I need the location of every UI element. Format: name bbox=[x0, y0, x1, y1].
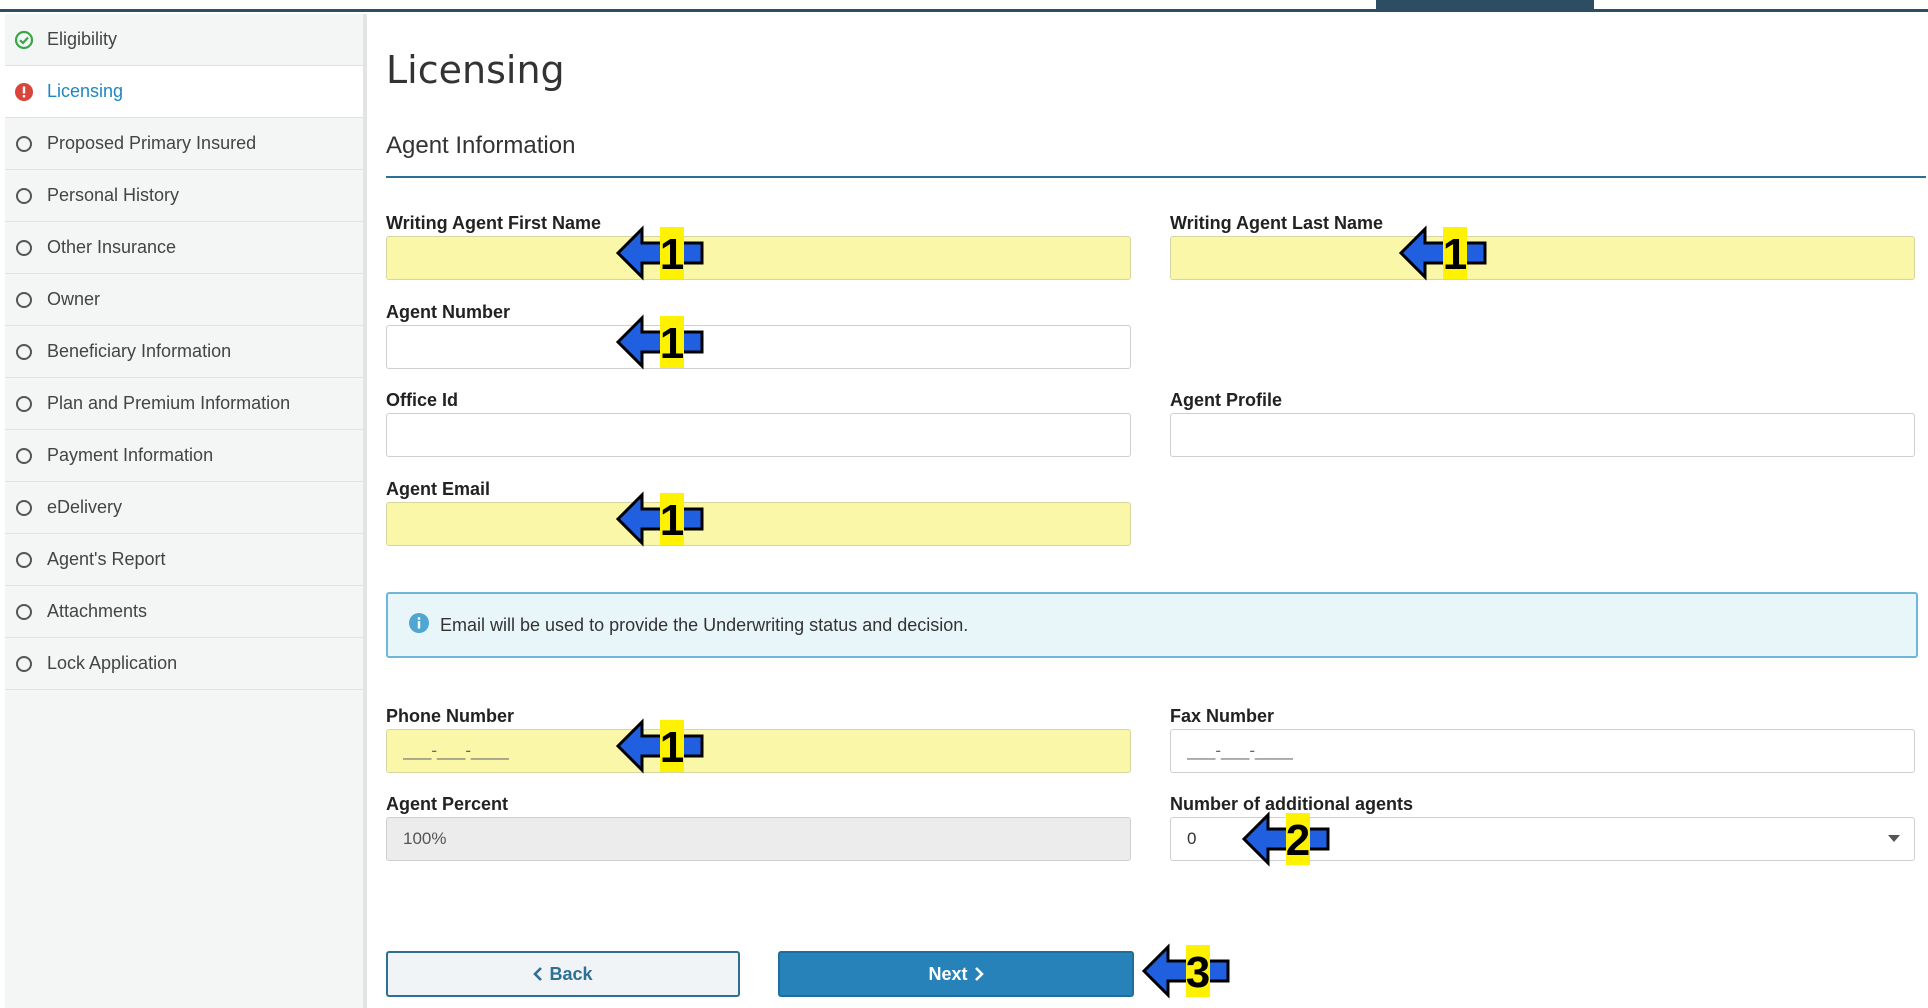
chevron-left-icon bbox=[533, 967, 543, 981]
sidebar-item-beneficiary-information[interactable]: Beneficiary Information bbox=[5, 326, 363, 378]
top-bar bbox=[0, 0, 1928, 12]
annotation-marker: 3 bbox=[1141, 943, 1232, 999]
sidebar-item-label: Payment Information bbox=[47, 445, 214, 465]
page-title: Licensing bbox=[386, 48, 565, 92]
agent-number-label: Agent Number bbox=[386, 302, 511, 322]
sidebar-item-label: Lock Application bbox=[47, 653, 178, 673]
sidebar-nav: Eligibility Licensing Proposed Primary I… bbox=[5, 14, 367, 1008]
annotation-number: 3 bbox=[1186, 948, 1210, 997]
sidebar-item-eligibility[interactable]: Eligibility bbox=[5, 14, 363, 66]
last-name-input[interactable] bbox=[1170, 236, 1915, 280]
sidebar-item-label: Attachments bbox=[47, 601, 148, 621]
sidebar-item-proposed-primary-insured[interactable]: Proposed Primary Insured bbox=[5, 118, 363, 170]
info-text: Email will be used to provide the Underw… bbox=[440, 614, 969, 635]
fax-label: Fax Number bbox=[1170, 706, 1275, 726]
empty-circle-icon bbox=[13, 289, 35, 311]
sidebar-item-lock-application[interactable]: Lock Application bbox=[5, 638, 363, 690]
agent-number-input[interactable] bbox=[386, 325, 1131, 369]
sidebar-item-label: Proposed Primary Insured bbox=[47, 133, 257, 153]
empty-circle-icon bbox=[13, 133, 35, 155]
office-id-label: Office Id bbox=[386, 390, 459, 410]
agent-email-label: Agent Email bbox=[386, 479, 491, 499]
sidebar-item-payment-information[interactable]: Payment Information bbox=[5, 430, 363, 482]
sidebar-item-label: Agent's Report bbox=[47, 549, 166, 569]
empty-circle-icon bbox=[13, 237, 35, 259]
annotation-number: 1 bbox=[660, 496, 684, 545]
annotation-number: 1 bbox=[1443, 230, 1467, 279]
sidebar-item-owner[interactable]: Owner bbox=[5, 274, 363, 326]
phone-label: Phone Number bbox=[386, 706, 515, 726]
office-id-input[interactable] bbox=[386, 413, 1131, 457]
section-title: Agent Information bbox=[386, 132, 576, 159]
annotation-marker: 1 bbox=[1398, 225, 1489, 281]
error-icon bbox=[13, 81, 35, 103]
chevron-right-icon bbox=[974, 967, 984, 981]
annotation-number: 1 bbox=[660, 723, 684, 772]
agent-email-input[interactable] bbox=[386, 502, 1131, 546]
sidebar-item-personal-history[interactable]: Personal History bbox=[5, 170, 363, 222]
sidebar-item-label: Personal History bbox=[47, 185, 180, 205]
sidebar-item-label: Licensing bbox=[47, 81, 124, 101]
last-name-label: Writing Agent Last Name bbox=[1170, 213, 1384, 233]
info-icon bbox=[408, 612, 430, 639]
annotation-number: 1 bbox=[660, 230, 684, 279]
sidebar-item-agents-report[interactable]: Agent's Report bbox=[5, 534, 363, 586]
empty-circle-icon bbox=[13, 601, 35, 623]
back-button[interactable]: Back bbox=[386, 951, 740, 997]
sidebar-item-licensing[interactable]: Licensing bbox=[5, 66, 363, 118]
sidebar-item-label: Eligibility bbox=[47, 29, 118, 49]
first-name-input[interactable] bbox=[386, 236, 1131, 280]
check-circle-icon bbox=[13, 29, 35, 51]
phone-input[interactable] bbox=[386, 729, 1131, 773]
sidebar-item-label: Other Insurance bbox=[47, 237, 177, 257]
next-button[interactable]: Next bbox=[778, 951, 1134, 997]
annotation-marker: 1 bbox=[615, 718, 706, 774]
sidebar-item-label: eDelivery bbox=[47, 497, 123, 517]
sidebar-item-label: Plan and Premium Information bbox=[47, 393, 291, 413]
empty-circle-icon bbox=[13, 445, 35, 467]
sidebar-item-attachments[interactable]: Attachments bbox=[5, 586, 363, 638]
next-label: Next bbox=[928, 963, 968, 984]
sidebar-item-label: Owner bbox=[47, 289, 101, 309]
annotation-marker: 1 bbox=[615, 314, 706, 370]
info-alert: Email will be used to provide the Underw… bbox=[386, 592, 1918, 658]
additional-agents-value: 0 bbox=[1187, 829, 1197, 848]
sidebar-item-label: Beneficiary Information bbox=[47, 341, 232, 361]
sidebar-item-edelivery[interactable]: eDelivery bbox=[5, 482, 363, 534]
empty-circle-icon bbox=[13, 653, 35, 675]
sidebar-item-plan-and-premium[interactable]: Plan and Premium Information bbox=[5, 378, 363, 430]
annotation-number: 1 bbox=[660, 319, 684, 368]
empty-circle-icon bbox=[13, 341, 35, 363]
section-divider bbox=[386, 176, 1926, 178]
annotation-number: 2 bbox=[1286, 816, 1310, 865]
sidebar-item-other-insurance[interactable]: Other Insurance bbox=[5, 222, 363, 274]
annotation-marker: 2 bbox=[1241, 811, 1332, 867]
back-label: Back bbox=[549, 963, 593, 984]
top-bar-accent bbox=[1376, 0, 1594, 10]
agent-percent-input bbox=[386, 817, 1131, 861]
first-name-label: Writing Agent First Name bbox=[386, 213, 602, 233]
agent-percent-label: Agent Percent bbox=[386, 794, 509, 814]
fax-input[interactable] bbox=[1170, 729, 1915, 773]
agent-profile-label: Agent Profile bbox=[1170, 390, 1283, 410]
annotation-marker: 1 bbox=[615, 491, 706, 547]
empty-circle-icon bbox=[13, 393, 35, 415]
empty-circle-icon bbox=[13, 497, 35, 519]
caret-down-icon bbox=[1888, 835, 1900, 842]
agent-profile-input[interactable] bbox=[1170, 413, 1915, 457]
empty-circle-icon bbox=[13, 549, 35, 571]
annotation-marker: 1 bbox=[615, 225, 706, 281]
empty-circle-icon bbox=[13, 185, 35, 207]
